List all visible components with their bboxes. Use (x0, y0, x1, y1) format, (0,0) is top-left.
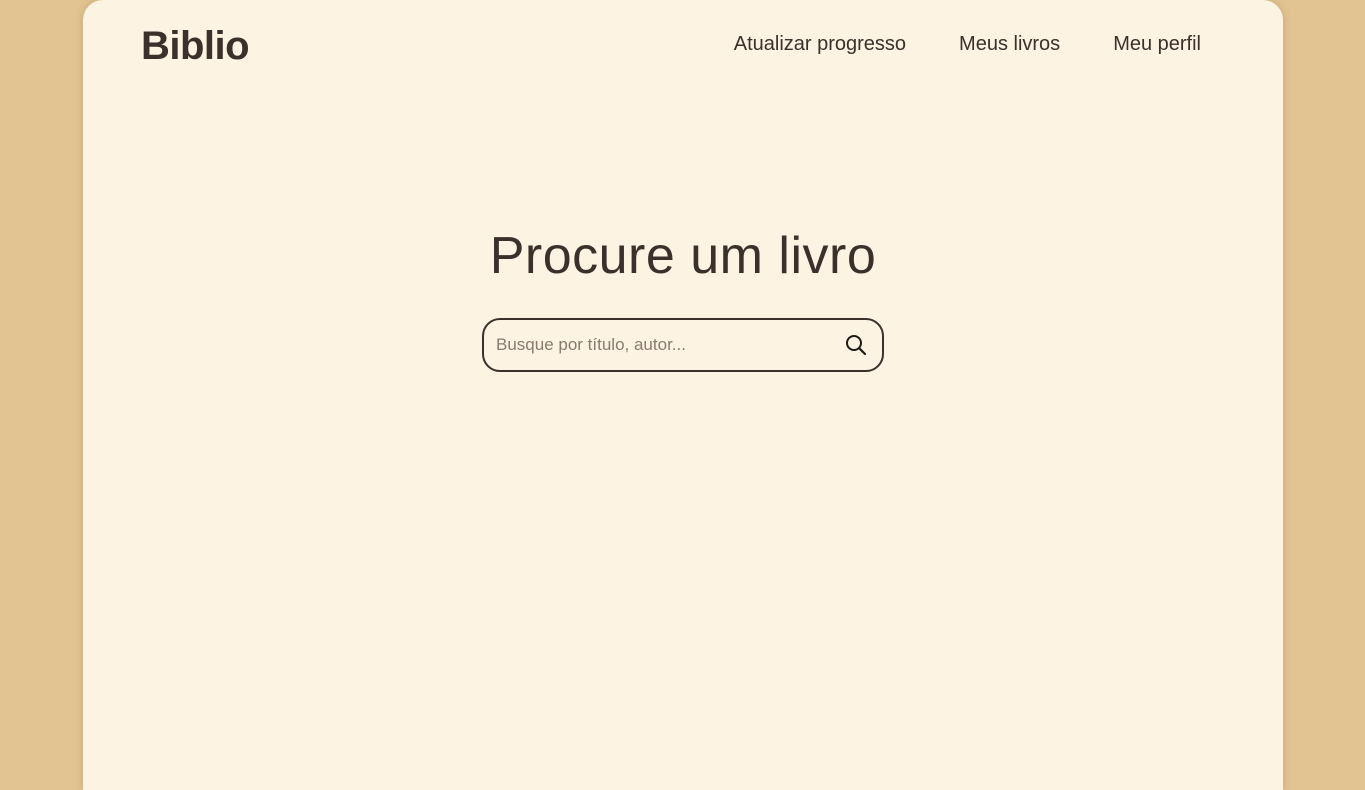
nav-link-atualizar-progresso[interactable]: Atualizar progresso (734, 32, 906, 56)
page-card: Biblio Atualizar progresso Meus livros M… (83, 0, 1283, 790)
search-button[interactable] (844, 333, 868, 357)
brand-logo[interactable]: Biblio (141, 22, 250, 70)
search-icon (844, 333, 868, 357)
page-title: Procure um livro (489, 227, 877, 285)
main-nav: Atualizar progresso Meus livros Meu perf… (734, 32, 1201, 56)
header: Biblio Atualizar progresso Meus livros M… (83, 0, 1283, 90)
nav-link-meus-livros[interactable]: Meus livros (959, 32, 1060, 56)
nav-link-meu-perfil[interactable]: Meu perfil (1113, 32, 1201, 56)
search-section: Procure um livro (83, 226, 1283, 286)
search-input[interactable] (496, 320, 826, 370)
search-box (482, 318, 884, 372)
